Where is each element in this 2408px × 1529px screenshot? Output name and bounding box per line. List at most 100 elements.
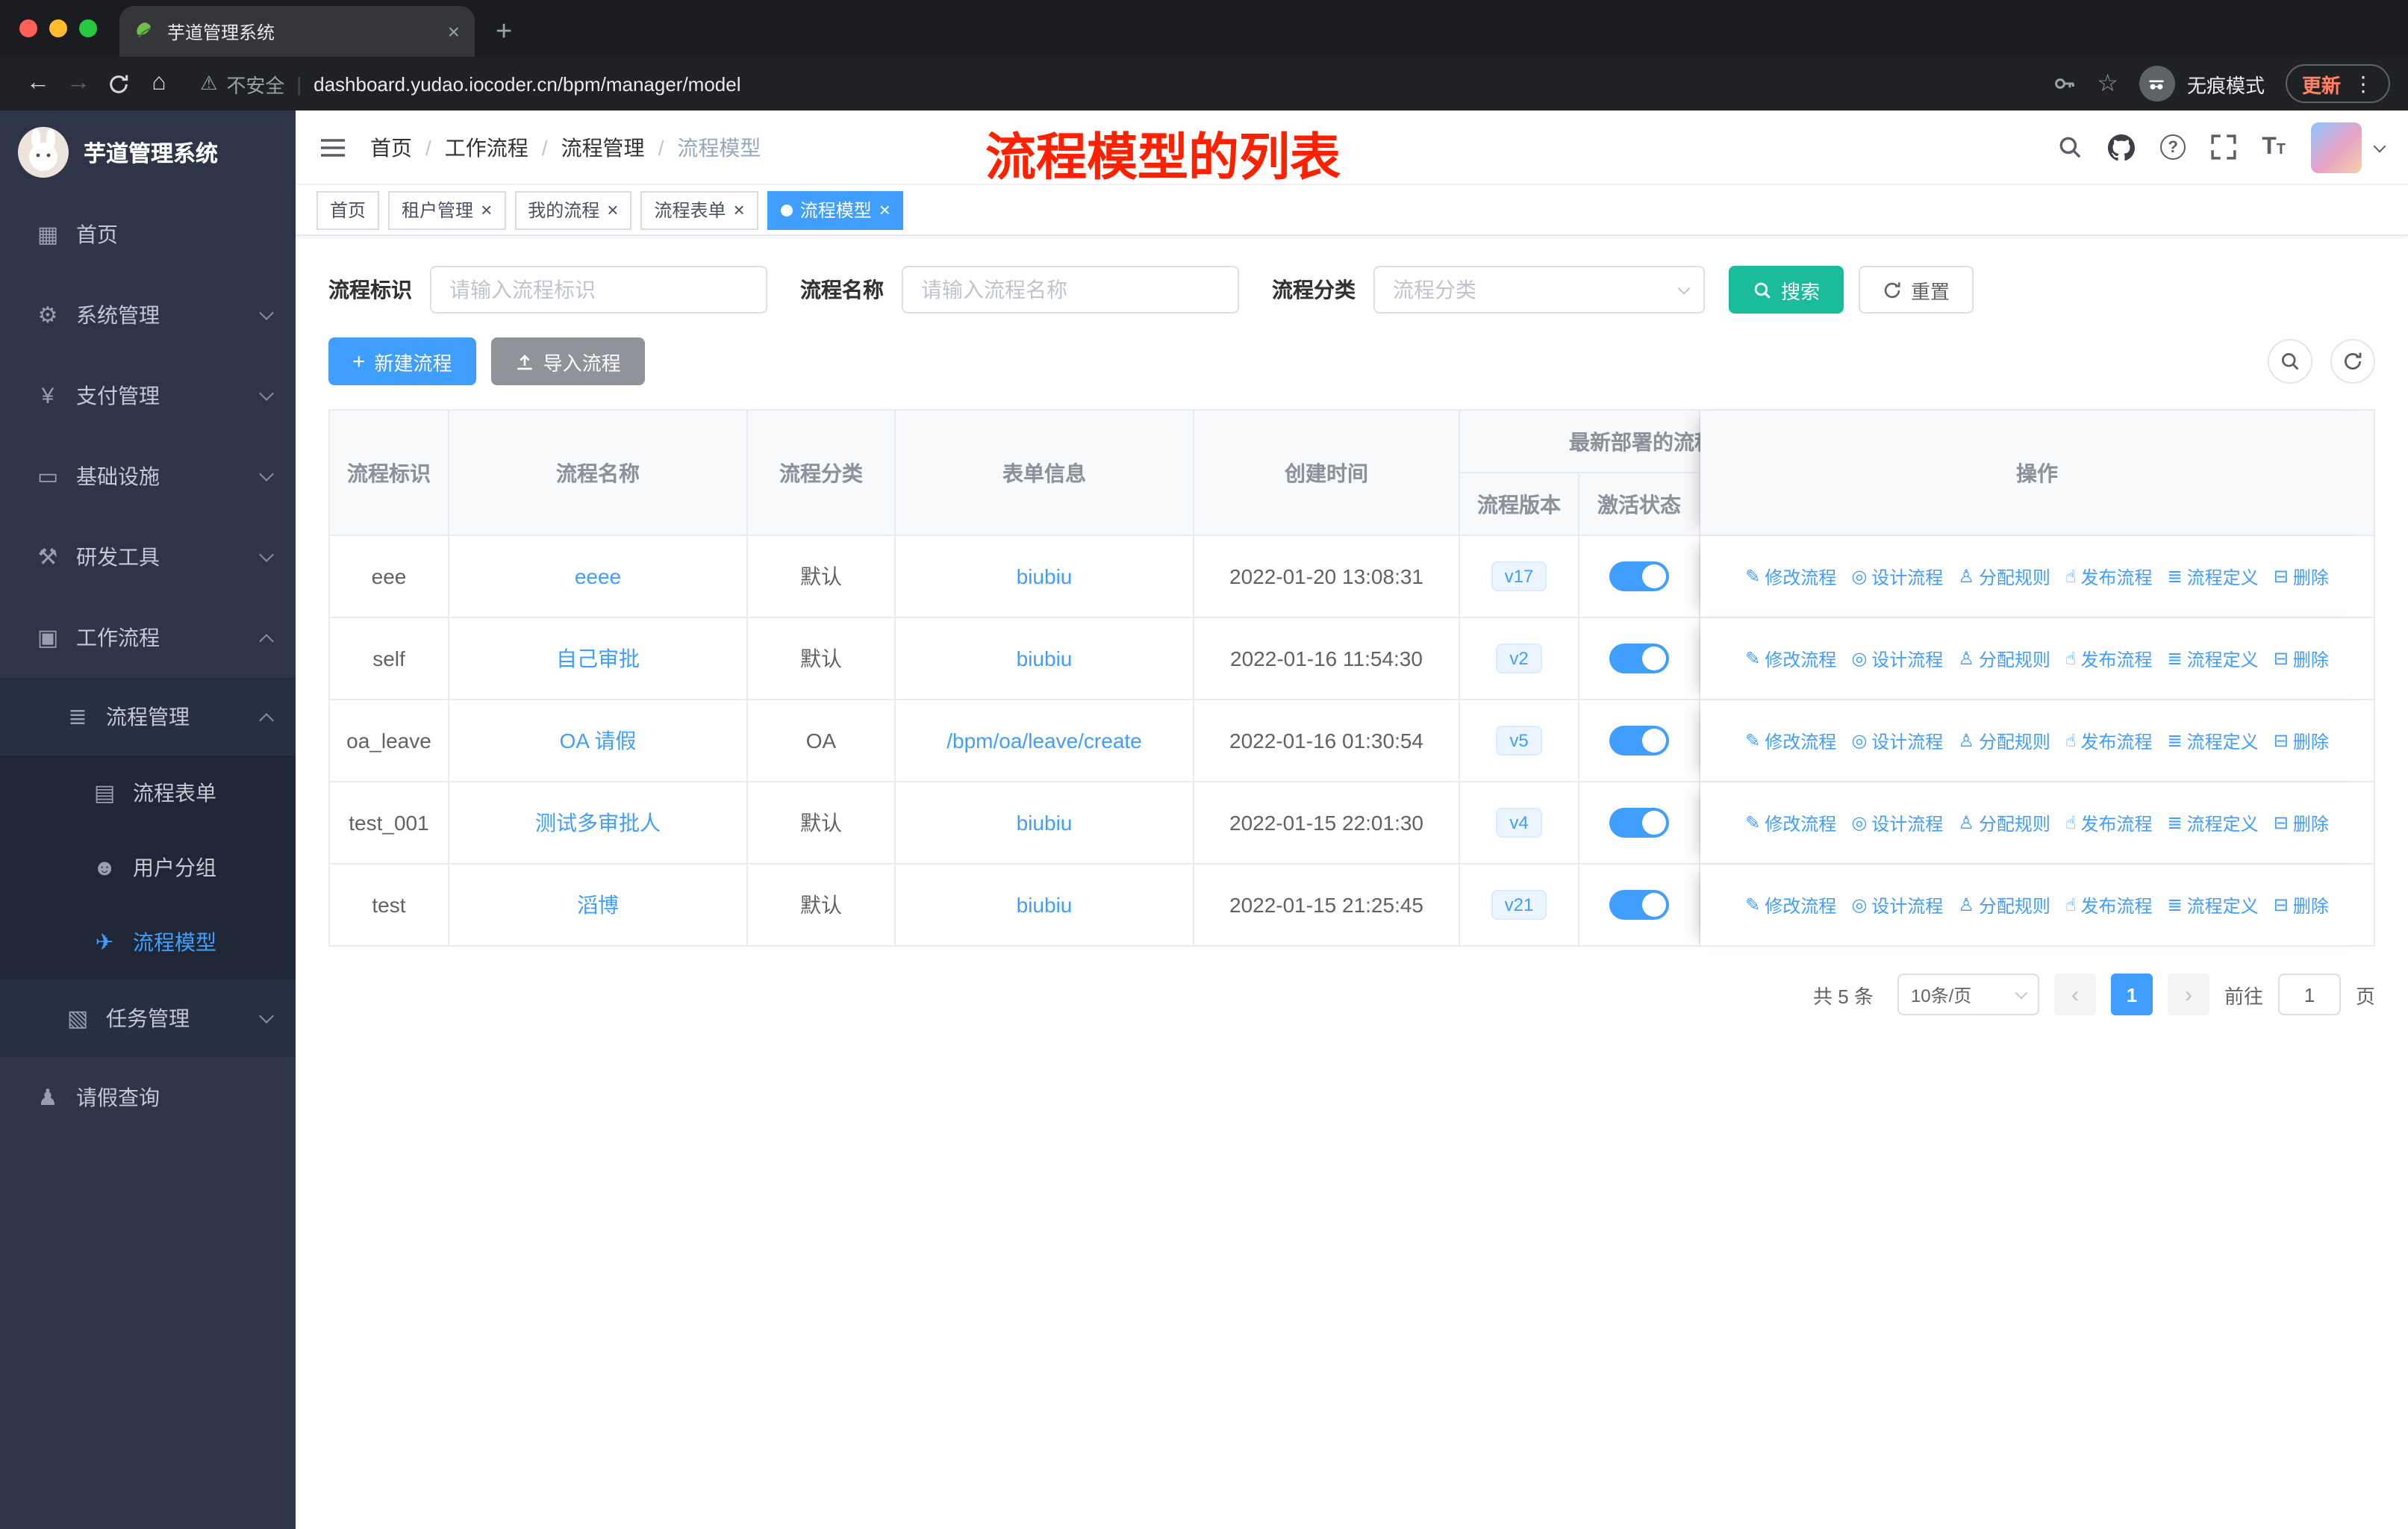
breadcrumb-workflow[interactable]: 工作流程 [445, 132, 528, 162]
active-toggle[interactable] [1609, 561, 1669, 591]
action-delete[interactable]: ⊟ 删除 [2274, 564, 2329, 590]
sidebar-item-payment-mgmt[interactable]: ¥ 支付管理 [0, 355, 296, 436]
breadcrumb-process-mgmt[interactable]: 流程管理 [561, 132, 645, 162]
action-definition[interactable]: ≣ 流程定义 [2168, 893, 2259, 918]
forward-button[interactable]: → [58, 70, 99, 97]
form-info-link[interactable]: biubiu [1017, 647, 1073, 670]
action-assign-rule[interactable]: ♙ 分配规则 [1958, 729, 2050, 754]
help-icon[interactable]: ? [2160, 134, 2186, 160]
search-icon[interactable] [2057, 134, 2083, 160]
action-delete[interactable]: ⊟ 删除 [2274, 647, 2329, 672]
action-publish[interactable]: ☝ 发布流程 [2065, 647, 2153, 672]
process-key-input[interactable] [430, 266, 767, 314]
category-select[interactable]: 流程分类 [1373, 266, 1705, 314]
password-key-icon[interactable] [2052, 72, 2076, 96]
address-bar[interactable]: ⚠ 不安全 | dashboard.yudao.iocoder.cn/bpm/m… [179, 69, 2034, 98]
view-tag[interactable]: 租户管理 × [388, 190, 506, 229]
action-delete[interactable]: ⊟ 删除 [2274, 811, 2329, 836]
action-design[interactable]: ◎ 设计流程 [1851, 647, 1943, 672]
sidebar-item-home[interactable]: ▦ 首页 [0, 194, 296, 275]
version-badge[interactable]: v5 [1496, 726, 1542, 756]
process-name-input[interactable] [902, 266, 1239, 314]
form-info-link[interactable]: /bpm/oa/leave/create [946, 729, 1142, 753]
next-page-button[interactable]: › [2167, 974, 2209, 1015]
action-modify[interactable]: ✎ 修改流程 [1745, 647, 1836, 672]
action-assign-rule[interactable]: ♙ 分配规则 [1958, 893, 2050, 918]
view-tag[interactable]: 我的流程 × [514, 190, 632, 229]
reset-button[interactable]: 重置 [1859, 266, 1974, 314]
sidebar-item-system-mgmt[interactable]: ⚙ 系统管理 [0, 275, 296, 355]
action-publish[interactable]: ☝ 发布流程 [2065, 893, 2153, 918]
version-badge[interactable]: v4 [1496, 808, 1542, 838]
active-toggle[interactable] [1609, 644, 1669, 673]
process-name-link[interactable]: 自己审批 [556, 647, 640, 670]
sidebar-item-leave-query[interactable]: ♟ 请假查询 [0, 1057, 296, 1138]
reload-button[interactable] [99, 72, 139, 95]
user-avatar[interactable] [2311, 122, 2362, 172]
goto-page-input[interactable] [2277, 974, 2341, 1015]
new-tab-button[interactable]: + [496, 18, 512, 46]
action-design[interactable]: ◎ 设计流程 [1851, 729, 1943, 754]
tag-close-icon[interactable]: × [607, 200, 618, 219]
active-toggle[interactable] [1609, 726, 1669, 756]
refresh-icon[interactable] [2330, 339, 2375, 384]
browser-tab[interactable]: 芋道管理系统 × [119, 6, 475, 57]
import-process-button[interactable]: 导入流程 [490, 337, 645, 385]
action-assign-rule[interactable]: ♙ 分配规则 [1958, 564, 2050, 590]
breadcrumb-home[interactable]: 首页 [370, 132, 412, 162]
update-button[interactable]: 更新 ⋮ [2285, 64, 2390, 103]
sidebar-item-task-mgmt[interactable]: ▧ 任务管理 [0, 980, 296, 1057]
view-tag[interactable]: 首页 [316, 190, 380, 229]
action-assign-rule[interactable]: ♙ 分配规则 [1958, 811, 2050, 836]
process-name-link[interactable]: 滔博 [577, 893, 619, 917]
action-publish[interactable]: ☝ 发布流程 [2065, 811, 2153, 836]
tag-close-icon[interactable]: × [879, 200, 890, 219]
action-definition[interactable]: ≣ 流程定义 [2168, 729, 2259, 754]
view-tag[interactable]: 流程模型 × [767, 190, 904, 229]
action-design[interactable]: ◎ 设计流程 [1851, 811, 1943, 836]
sidebar-item-process-mgmt[interactable]: ≣ 流程管理 [0, 678, 296, 756]
fullscreen-icon[interactable] [2211, 134, 2236, 160]
action-publish[interactable]: ☝ 发布流程 [2065, 729, 2153, 754]
action-delete[interactable]: ⊟ 删除 [2274, 893, 2329, 918]
minimize-window-button[interactable] [49, 19, 67, 37]
page-size-select[interactable]: 10条/页 [1897, 974, 2039, 1015]
process-name-link[interactable]: eeee [575, 564, 621, 588]
action-definition[interactable]: ≣ 流程定义 [2168, 564, 2259, 590]
action-delete[interactable]: ⊟ 删除 [2274, 729, 2329, 754]
bookmark-star-icon[interactable]: ☆ [2097, 69, 2118, 99]
form-info-link[interactable]: biubiu [1017, 893, 1073, 917]
tag-close-icon[interactable]: × [734, 200, 745, 219]
menu-kebab-icon[interactable]: ⋮ [2353, 71, 2374, 96]
security-chip[interactable]: ⚠ 不安全 [200, 69, 284, 98]
prev-page-button[interactable]: ‹ [2053, 974, 2096, 1015]
back-button[interactable]: ← [18, 70, 58, 97]
view-tag[interactable]: 流程表单 × [640, 190, 758, 229]
create-process-button[interactable]: + 新建流程 [328, 337, 476, 385]
action-modify[interactable]: ✎ 修改流程 [1745, 893, 1836, 918]
sidebar-item-workflow[interactable]: ▣ 工作流程 [0, 597, 296, 678]
font-size-icon[interactable]: TT [2262, 134, 2286, 159]
tag-close-icon[interactable]: × [481, 200, 492, 219]
action-modify[interactable]: ✎ 修改流程 [1745, 811, 1836, 836]
sidebar-item-infrastructure[interactable]: ▭ 基础设施 [0, 436, 296, 517]
github-icon[interactable] [2108, 134, 2136, 161]
active-toggle[interactable] [1609, 808, 1669, 838]
sidebar-item-process-model[interactable]: ✈ 流程模型 [0, 905, 296, 980]
search-button[interactable]: 搜索 [1729, 266, 1844, 314]
action-modify[interactable]: ✎ 修改流程 [1745, 729, 1836, 754]
home-button[interactable]: ⌂ [139, 70, 179, 97]
process-name-link[interactable]: OA 请假 [560, 729, 637, 753]
sidebar-item-user-group[interactable]: ☻ 用户分组 [0, 830, 296, 905]
close-window-button[interactable] [19, 19, 37, 37]
zoom-window-button[interactable] [79, 19, 97, 37]
process-name-link[interactable]: 测试多审批人 [535, 811, 661, 835]
version-badge[interactable]: v2 [1496, 644, 1542, 673]
action-publish[interactable]: ☝ 发布流程 [2065, 564, 2153, 590]
action-design[interactable]: ◎ 设计流程 [1851, 893, 1943, 918]
current-page-button[interactable]: 1 [2110, 974, 2153, 1015]
action-definition[interactable]: ≣ 流程定义 [2168, 647, 2259, 672]
action-design[interactable]: ◎ 设计流程 [1851, 564, 1943, 590]
sidebar-item-process-form[interactable]: ▤ 流程表单 [0, 756, 296, 830]
form-info-link[interactable]: biubiu [1017, 564, 1073, 588]
